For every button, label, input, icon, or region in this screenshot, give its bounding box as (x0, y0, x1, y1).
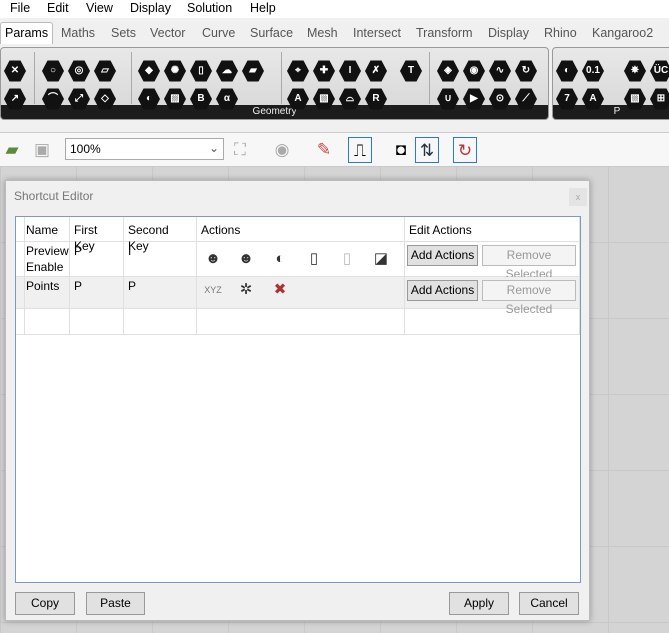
cancel-button[interactable]: Cancel (519, 592, 579, 615)
sketch-pen-icon[interactable]: ✎ (312, 137, 336, 163)
tab-maths[interactable]: Maths (61, 26, 95, 40)
component-icon[interactable]: T (400, 60, 422, 82)
row-first-key[interactable]: P (70, 277, 124, 308)
divider (281, 52, 282, 104)
component-icon[interactable]: ✚ (313, 60, 335, 82)
component-icon[interactable]: ✗ (365, 60, 387, 82)
component-icon[interactable]: ◈ (437, 60, 459, 82)
component-icon[interactable]: ◐ (556, 60, 578, 82)
zoom-value: 100% (70, 142, 101, 156)
row-name[interactable]: Points (22, 277, 70, 308)
row-second-key[interactable]: I (124, 242, 197, 276)
table-new-row[interactable] (16, 309, 580, 335)
table-row[interactable]: Preview Enable P I ☻ ☻ ◐ ▯ ▯ ◪ Add Actio… (16, 242, 580, 281)
tab-display[interactable]: Display (488, 26, 529, 40)
component-icon[interactable]: ◆ (138, 60, 160, 82)
preview-on-icon[interactable]: ☻ (202, 248, 224, 270)
tab-curve[interactable]: Curve (202, 26, 235, 40)
component-icon[interactable]: ▱ (94, 60, 116, 82)
component-icon[interactable]: ↻ (515, 60, 537, 82)
preview-selected-icon[interactable]: ◐ (269, 248, 291, 270)
component-icon[interactable]: ▯ (190, 60, 212, 82)
speaker-icon[interactable]: ◘ (389, 137, 413, 163)
component-icon[interactable]: 0.1 (582, 60, 604, 82)
tab-kangaroo2[interactable]: Kangaroo2 (592, 26, 653, 40)
shortcut-table: Name First Key Second Key Actions Edit A… (15, 216, 581, 583)
wire-display-icon[interactable]: ⇅ (415, 137, 439, 163)
plug-toggle-icon[interactable]: ⎍ (348, 137, 372, 163)
component-icon[interactable]: ○ (42, 60, 64, 82)
component-icon[interactable]: ∿ (489, 60, 511, 82)
tab-mesh[interactable]: Mesh (307, 26, 338, 40)
component-icon[interactable]: ▰ (242, 60, 264, 82)
menu-edit[interactable]: Edit (47, 1, 69, 15)
toggle-icon[interactable]: ◪ (370, 248, 392, 270)
menu-solution[interactable]: Solution (187, 1, 232, 15)
component-icon[interactable]: ÜC (650, 60, 669, 82)
row-actions: ☻ ☻ ◐ ▯ ▯ ◪ (197, 242, 405, 276)
menu-display[interactable]: Display (130, 1, 171, 15)
col-first-key[interactable]: First Key (70, 217, 124, 253)
component-icon[interactable]: ⌖ (287, 60, 309, 82)
menu-view[interactable]: View (86, 1, 113, 15)
preview-eye-icon[interactable]: ◉ (270, 137, 294, 163)
paste-button[interactable]: Paste (86, 592, 145, 615)
delete-points-icon[interactable]: ✖ (269, 279, 291, 301)
add-actions-button[interactable]: Add Actions (407, 280, 478, 301)
points-icon[interactable]: ✲ (235, 279, 257, 301)
tab-params[interactable]: Params (0, 22, 54, 44)
zoom-extents-icon[interactable]: ⛶ (228, 137, 252, 163)
shortcut-editor-dialog: Shortcut Editor x Name First Key Second … (5, 180, 590, 621)
component-icon[interactable]: I (339, 60, 361, 82)
divider (34, 52, 35, 104)
table-header: Name First Key Second Key Actions Edit A… (16, 217, 580, 253)
apply-button[interactable]: Apply (449, 592, 509, 615)
component-icon[interactable]: ☁ (216, 60, 238, 82)
remove-selected-button[interactable]: Remove Selected (482, 280, 576, 316)
component-icon[interactable]: ◎ (68, 60, 90, 82)
copy-button[interactable]: Copy (15, 592, 75, 615)
dialog-title: Shortcut Editor (14, 189, 94, 203)
row-second-key[interactable]: P (124, 277, 197, 308)
remove-selected-button[interactable]: Remove Selected (482, 245, 576, 281)
col-actions[interactable]: Actions (197, 217, 405, 241)
row-name[interactable]: Preview Enable (22, 242, 70, 276)
divider (131, 52, 132, 104)
tab-intersect[interactable]: Intersect (353, 26, 401, 40)
primitive-panel: P ◐ 7 0.1 A ✸ ▧ ÜC ⊞ (552, 47, 669, 120)
close-button[interactable]: x (569, 188, 587, 206)
tab-vector[interactable]: Vector (150, 26, 185, 40)
tab-transform[interactable]: Transform (416, 26, 473, 40)
menu-bar: File Edit View Display Solution Help (0, 0, 669, 18)
tab-sets[interactable]: Sets (111, 26, 136, 40)
component-icon[interactable]: ✸ (624, 60, 646, 82)
preview-off-icon[interactable]: ☻ (235, 248, 257, 270)
col-second-key[interactable]: Second Key (124, 217, 197, 253)
xyz-point-icon[interactable]: XYZ (202, 279, 224, 301)
tab-surface[interactable]: Surface (250, 26, 293, 40)
geometry-panel: Geometry ✕ ↗ ○ ⌒ ◎ ⤢ ▱ ◇ ◆ ◐ ✺ ▨ ▯ B ☁ α ▰ ⌖ A ✚ ▧ I ⌓ ✗ R T ◈ ∪ ◉ ▶ ∿… (0, 47, 549, 120)
add-actions-button[interactable]: Add Actions (407, 245, 478, 266)
menu-help[interactable]: Help (250, 1, 276, 15)
component-tabs: Params Maths Sets Vector Curve Surface M… (0, 20, 669, 46)
component-icon[interactable]: ✕ (4, 60, 26, 82)
open-file-icon[interactable]: ▰ (0, 137, 24, 163)
divider (429, 52, 430, 104)
row-first-key[interactable]: P (70, 242, 124, 276)
chevron-down-icon: ⌄ (208, 141, 219, 155)
disable-icon[interactable]: ▯ (336, 248, 358, 270)
component-icon[interactable]: ✺ (164, 60, 186, 82)
table-row[interactable]: Points P P XYZ ✲ ✖ Add Actions Remove Se… (16, 277, 580, 316)
canvas-toolbar: ▰ ▣ 100% ⌄ ⛶ ◉ ✎ ⎍ ◘ ⇅ ↻ (0, 132, 669, 166)
solver-icon[interactable]: ↻ (453, 137, 477, 163)
col-name[interactable]: Name (22, 217, 70, 241)
row-actions: XYZ ✲ ✖ (197, 277, 405, 308)
menu-file[interactable]: File (10, 1, 30, 15)
save-file-icon[interactable]: ▣ (30, 137, 54, 163)
tab-rhino[interactable]: Rhino (544, 26, 577, 40)
enable-icon[interactable]: ▯ (303, 248, 325, 270)
component-icon[interactable]: ◉ (463, 60, 485, 82)
zoom-dropdown[interactable]: 100% ⌄ (65, 138, 224, 160)
col-edit-actions[interactable]: Edit Actions (405, 217, 580, 241)
